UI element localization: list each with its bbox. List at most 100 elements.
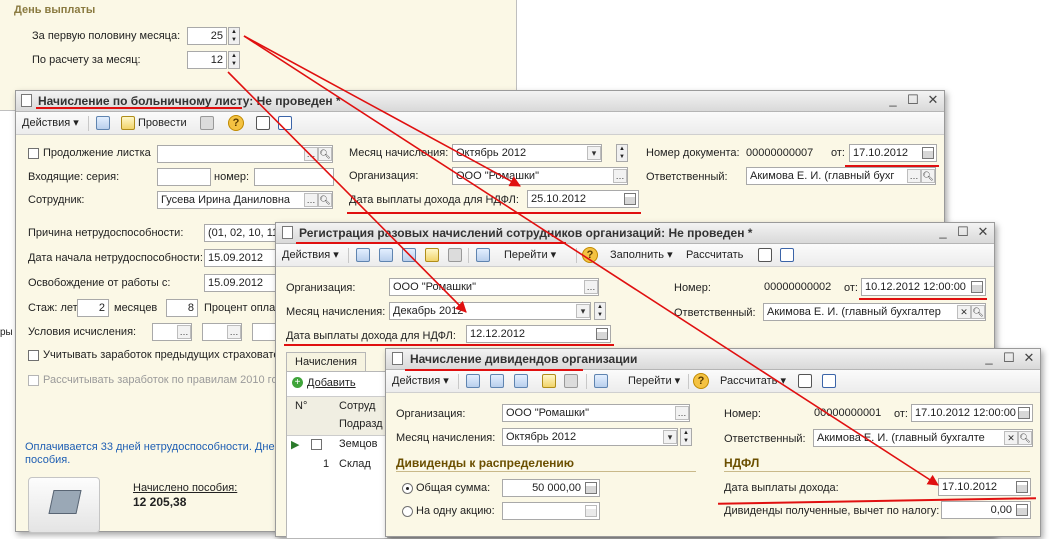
- select-button[interactable]: …: [613, 169, 627, 183]
- per-share-input[interactable]: [502, 502, 600, 520]
- actions-menu[interactable]: Действия ▾: [22, 115, 79, 131]
- refresh-icon[interactable]: [490, 374, 504, 388]
- minimize-icon[interactable]: _: [936, 225, 950, 239]
- continuation-input[interactable]: … 🔍︎: [157, 145, 333, 163]
- add-button[interactable]: Добавить: [307, 377, 356, 389]
- table-row[interactable]: ▶ Земцов: [287, 436, 387, 454]
- start-input[interactable]: 15.09.2012: [204, 249, 278, 267]
- monthly-spinner[interactable]: ▲ ▼: [228, 51, 240, 69]
- structure-icon[interactable]: [466, 374, 480, 388]
- select-button[interactable]: …: [304, 193, 318, 207]
- experience-years-input[interactable]: 2: [77, 299, 109, 317]
- dropdown-icon[interactable]: ▾: [663, 430, 677, 444]
- print-icon[interactable]: [564, 374, 578, 388]
- org-input[interactable]: ООО "Ромашки" …: [502, 404, 690, 422]
- minimize-icon[interactable]: _: [886, 93, 900, 107]
- reason-input[interactable]: (01, 02, 10, 11: [204, 224, 278, 242]
- go-icon[interactable]: [476, 248, 490, 262]
- goto-menu[interactable]: Перейти ▾: [628, 373, 680, 389]
- calendar-icon[interactable]: [596, 328, 608, 340]
- calendar-icon[interactable]: [624, 193, 636, 205]
- responsible-input[interactable]: Акимова Е. И. (главный бухгалтер ✕ 🔍︎: [763, 303, 986, 321]
- search-icon[interactable]: 🔍︎: [1018, 431, 1032, 445]
- add-icon[interactable]: +: [292, 377, 303, 388]
- close-icon[interactable]: ✕: [976, 225, 990, 239]
- select-button[interactable]: …: [584, 280, 598, 294]
- first-half-spinner[interactable]: ▲ ▼: [228, 27, 240, 45]
- maximize-icon[interactable]: ☐: [956, 225, 970, 239]
- select-button[interactable]: …: [227, 325, 241, 339]
- search-icon[interactable]: 🔍︎: [318, 147, 332, 161]
- search-icon[interactable]: 🔍︎: [318, 193, 332, 207]
- month-spinner[interactable]: ▲ ▼: [616, 144, 628, 162]
- first-half-input[interactable]: 25: [187, 27, 227, 45]
- calendar-icon[interactable]: [1018, 407, 1030, 419]
- received-dividends-input[interactable]: 0,00: [941, 501, 1031, 519]
- help-icon[interactable]: ?: [693, 373, 709, 389]
- table-icon[interactable]: [256, 116, 270, 130]
- go-icon[interactable]: [594, 374, 608, 388]
- calendar-icon[interactable]: [1016, 481, 1028, 493]
- monthly-input[interactable]: 12: [187, 51, 227, 69]
- income-date-input[interactable]: 17.10.2012: [938, 478, 1031, 496]
- help-icon[interactable]: ?: [228, 115, 244, 131]
- copy-icon[interactable]: [514, 374, 528, 388]
- table-icon[interactable]: [758, 248, 772, 262]
- print-icon[interactable]: [200, 116, 214, 130]
- calendar-icon[interactable]: [922, 147, 934, 159]
- select-button[interactable]: …: [907, 169, 921, 183]
- goto-menu[interactable]: Перейти ▾: [504, 247, 556, 263]
- calendar-icon[interactable]: [971, 281, 983, 293]
- list-settings-icon[interactable]: [780, 248, 794, 262]
- search-icon[interactable]: 🔍︎: [921, 169, 935, 183]
- condition-input-1[interactable]: …: [152, 323, 192, 341]
- number-input[interactable]: [254, 168, 334, 186]
- tab-accruals[interactable]: Начисления: [286, 352, 366, 371]
- maximize-icon[interactable]: ☐: [1002, 351, 1016, 365]
- pay-date-input[interactable]: 25.10.2012: [527, 190, 639, 208]
- close-icon[interactable]: ✕: [1022, 351, 1036, 365]
- month-input[interactable]: Октябрь 2012 ▾: [502, 428, 678, 446]
- post-icon[interactable]: [542, 374, 556, 388]
- actions-menu[interactable]: Действия ▾: [282, 247, 339, 263]
- refresh-icon[interactable]: [379, 248, 393, 262]
- select-button[interactable]: …: [304, 147, 318, 161]
- total-amount-input[interactable]: 50 000,00: [502, 479, 600, 497]
- series-input[interactable]: [157, 168, 211, 186]
- fill-menu[interactable]: Заполнить ▾: [610, 247, 673, 263]
- clear-icon[interactable]: ✕: [1004, 431, 1018, 445]
- print-icon[interactable]: [448, 248, 462, 262]
- org-input[interactable]: ООО "Ромашки" …: [389, 278, 599, 296]
- month-spinner[interactable]: ▲ ▼: [594, 302, 606, 320]
- minimize-icon[interactable]: _: [982, 351, 996, 365]
- actions-menu[interactable]: Действия ▾: [392, 373, 449, 389]
- per-share-radio[interactable]: [402, 506, 413, 517]
- responsible-input[interactable]: Акимова Е. И. (главный бухгалте ✕ 🔍︎: [813, 429, 1033, 447]
- doc-date-input[interactable]: 17.10.2012: [849, 144, 937, 162]
- table-icon[interactable]: [798, 374, 812, 388]
- org-input[interactable]: ООО "Ромашки" …: [452, 167, 628, 185]
- experience-months-input[interactable]: 8: [166, 299, 198, 317]
- post-button[interactable]: Провести: [138, 115, 187, 131]
- calculator-icon[interactable]: [28, 477, 100, 533]
- calculator-icon[interactable]: [1016, 504, 1028, 516]
- calculator-icon[interactable]: [585, 482, 597, 494]
- select-button[interactable]: …: [675, 406, 689, 420]
- calculate-button[interactable]: Рассчитать: [686, 247, 743, 263]
- calculate-menu[interactable]: Рассчитать ▾: [720, 373, 786, 389]
- row-checkbox[interactable]: [311, 439, 322, 450]
- month-spinner[interactable]: ▲ ▼: [680, 428, 692, 446]
- table-row[interactable]: 1 Склад: [287, 456, 387, 474]
- structure-icon[interactable]: [356, 248, 370, 262]
- continuation-checkbox[interactable]: [28, 148, 39, 159]
- release-input[interactable]: 15.09.2012: [204, 274, 278, 292]
- calculator-icon[interactable]: [585, 505, 597, 517]
- post-icon[interactable]: [121, 116, 135, 130]
- condition-input-2[interactable]: …: [202, 323, 242, 341]
- select-button[interactable]: …: [177, 325, 191, 339]
- dropdown-icon[interactable]: ▾: [587, 146, 601, 160]
- clear-icon[interactable]: ✕: [957, 305, 971, 319]
- date-input[interactable]: 17.10.2012 12:00:00: [911, 404, 1033, 422]
- list-settings-icon[interactable]: [278, 116, 292, 130]
- help-icon[interactable]: ?: [582, 247, 598, 263]
